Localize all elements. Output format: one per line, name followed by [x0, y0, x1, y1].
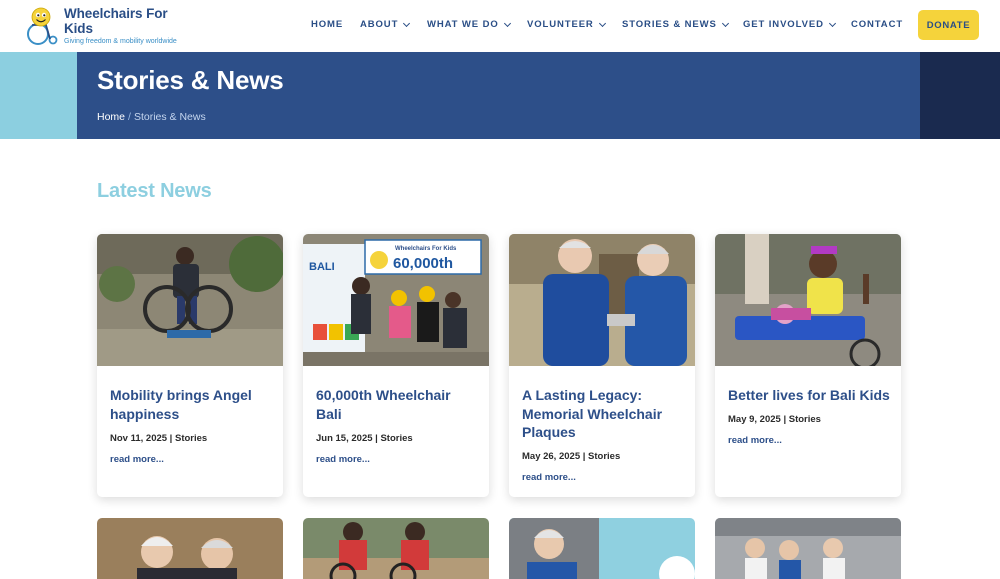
card-meta: May 26, 2025 | Stories — [522, 451, 621, 462]
nav-volunteer-label: VOLUNTEER — [527, 19, 594, 30]
wheelchair-smiley-icon — [20, 6, 60, 46]
donate-button[interactable]: DONATE — [918, 10, 979, 40]
card-photo-bali-girl[interactable] — [715, 234, 901, 370]
nav-what-we-do-label: WHAT WE DO — [427, 19, 499, 30]
nav-home-label: HOME — [311, 19, 344, 30]
nav-get-involved[interactable]: GET INVOLVED — [743, 19, 836, 30]
card-photo-children-wheelchairs[interactable] — [303, 518, 489, 579]
read-more-link[interactable]: read more... — [316, 454, 370, 465]
card-meta: May 9, 2025 | Stories — [728, 414, 821, 425]
card-meta: Nov 11, 2025 | Stories — [110, 433, 208, 444]
breadcrumb: Home / Stories & News — [97, 111, 206, 123]
hero-accent-left — [0, 52, 77, 139]
nav-contact-label: CONTACT — [851, 19, 904, 30]
news-card[interactable]: Mobility brings Angel happiness Nov 11, … — [97, 234, 283, 497]
card-photo-volunteer[interactable] — [509, 518, 695, 579]
banner-small-text: Wheelchairs For Kids — [395, 246, 457, 252]
card-title[interactable]: 60,000th Wheelchair Bali — [316, 386, 478, 423]
chevron-down-icon — [598, 19, 606, 27]
hero-accent-right — [920, 52, 1000, 139]
card-title[interactable]: Better lives for Bali Kids — [728, 386, 890, 405]
card-photo-couple[interactable] — [97, 518, 283, 579]
nav-volunteer[interactable]: VOLUNTEER — [527, 19, 606, 30]
site-header: Wheelchairs For Kids Giving freedom & mo… — [0, 0, 1000, 52]
read-more-link[interactable]: read more... — [522, 472, 576, 483]
card-title[interactable]: Mobility brings Angel happiness — [110, 386, 272, 423]
nav-stories-news[interactable]: STORIES & NEWS — [622, 19, 729, 30]
breadcrumb-current: Stories & News — [133, 111, 206, 123]
nav-stories-news-label: STORIES & NEWS — [622, 19, 717, 30]
chevron-down-icon — [403, 19, 411, 27]
chevron-down-icon — [503, 19, 511, 27]
news-card[interactable]: A Lasting Legacy: Memorial Wheelchair Pl… — [509, 234, 695, 497]
card-photo-60000th-wheelchair[interactable]: BALI Wheelchairs For Kids 60,000th — [303, 234, 489, 366]
nav-what-we-do[interactable]: WHAT WE DO — [427, 19, 511, 30]
section-title: Latest News — [97, 180, 212, 202]
nav-home[interactable]: HOME — [311, 19, 343, 30]
card-photo-warehouse[interactable] — [715, 518, 901, 579]
breadcrumb-separator: / — [128, 111, 131, 123]
banner-big-text: 60,000th — [393, 255, 453, 272]
logo-title: Wheelchairs For Kids — [64, 6, 168, 36]
nav-about-label: ABOUT — [360, 19, 399, 30]
news-card[interactable]: BALI Wheelchairs For Kids 60,000th 60,00… — [303, 234, 489, 497]
read-more-link[interactable]: read more... — [110, 454, 164, 465]
breadcrumb-home-link[interactable]: Home — [97, 111, 125, 123]
card-meta: Jun 15, 2025 | Stories — [316, 433, 413, 444]
card-photo-boy-wheelchair[interactable] — [97, 234, 283, 366]
site-logo[interactable]: Wheelchairs For Kids Giving freedom & mo… — [20, 5, 192, 47]
nav-contact[interactable]: CONTACT — [851, 19, 903, 30]
logo-tagline: Giving freedom & mobility worldwide — [64, 38, 177, 45]
chevron-down-icon — [721, 19, 729, 27]
news-card[interactable]: Better lives for Bali Kids May 9, 2025 |… — [715, 234, 901, 497]
nav-get-involved-label: GET INVOLVED — [743, 19, 824, 30]
page-title: Stories & News — [97, 65, 284, 95]
nav-about[interactable]: ABOUT — [360, 19, 411, 30]
read-more-link[interactable]: read more... — [728, 435, 782, 446]
chevron-down-icon — [828, 19, 836, 27]
card-title[interactable]: A Lasting Legacy: Memorial Wheelchair Pl… — [522, 386, 684, 442]
bali-sign-text: BALI — [309, 261, 335, 273]
card-photo-memorial-plaques[interactable] — [509, 234, 695, 366]
